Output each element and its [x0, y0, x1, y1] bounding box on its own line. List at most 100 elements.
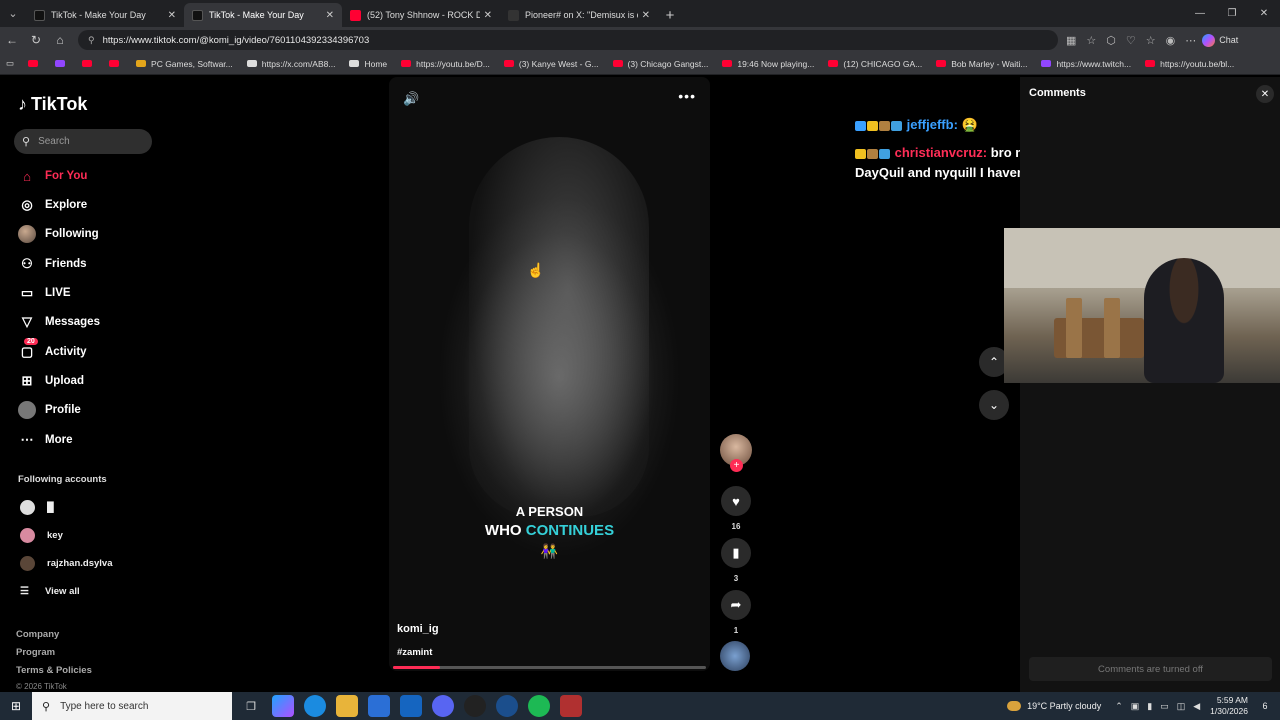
video-author[interactable]: komi_ig	[397, 623, 439, 635]
follow-plus-icon[interactable]: +	[730, 459, 743, 472]
app-icon[interactable]	[464, 695, 486, 717]
url-field[interactable]: ⚲ https://www.tiktok.com/@komi_ig/video/…	[78, 30, 1058, 50]
bookmark-label: https://www.twitch...	[1056, 58, 1132, 69]
tiktok-logo[interactable]: ♪ TikTok	[18, 94, 87, 115]
following-account[interactable]: rajzhan.dsylva	[20, 556, 112, 571]
close-icon[interactable]: ✕	[168, 10, 176, 21]
bookmark-item[interactable]	[82, 60, 97, 67]
display-icon[interactable]: ▭	[1160, 701, 1169, 712]
nav-profile[interactable]: Profile	[18, 399, 81, 421]
nav-activity[interactable]: ▢ 20 Activity	[18, 338, 87, 363]
steam-icon[interactable]	[496, 695, 518, 717]
profile-icon[interactable]: ◉	[1166, 34, 1176, 47]
footer-terms[interactable]: Terms & Policies	[16, 665, 92, 676]
chevron-up-icon[interactable]: ⌃	[1115, 701, 1123, 712]
search-input[interactable]: ⚲ Search	[14, 129, 152, 154]
notification-button[interactable]: 6	[1256, 697, 1274, 715]
share-count: 1	[733, 626, 739, 635]
edge-icon[interactable]	[304, 695, 326, 717]
author-avatar[interactable]: +	[720, 434, 752, 472]
close-icon[interactable]: ✕	[326, 10, 334, 21]
bookmark-item[interactable]: https://youtu.be/D...	[401, 59, 490, 69]
bookmark-item[interactable]: (3) Kanye West - G...	[503, 59, 599, 69]
tab-1[interactable]: TikTok - Make Your Day ✕	[184, 3, 342, 27]
close-icon[interactable]: ✕	[1256, 85, 1274, 103]
bookmark-item[interactable]: (3) Chicago Gangst...	[612, 59, 708, 69]
bookmark-item[interactable]: (12) CHICAGO GA...	[828, 59, 922, 69]
volume-icon[interactable]: 🔊	[403, 91, 419, 107]
nav-upload[interactable]: ⊞ Upload	[18, 370, 84, 392]
video-progress-bar[interactable]	[393, 666, 706, 669]
following-account[interactable]: █	[20, 500, 54, 515]
back-button[interactable]: ←	[0, 33, 24, 47]
tab-0[interactable]: TikTok - Make Your Day ✕	[26, 3, 184, 27]
bookmark-item[interactable]: https://x.com/AB8...	[246, 59, 335, 69]
bookmark-item[interactable]: 19:46 Now playing...	[722, 59, 814, 69]
nav-messages[interactable]: ▽ Messages	[18, 311, 100, 333]
copilot-icon[interactable]	[272, 695, 294, 717]
bookmark-item[interactable]: Bob Marley - Waiti...	[936, 59, 1027, 69]
tab-3[interactable]: Pioneer# on X: "Demisux is doing ✕	[500, 3, 658, 27]
copilot-chat-button[interactable]: Chat	[1202, 33, 1238, 47]
task-view-icon[interactable]: ❐	[240, 695, 262, 717]
discord-icon[interactable]	[432, 695, 454, 717]
tab-2[interactable]: (52) Tony Shhnow - ROCK DA BOA ✕	[342, 3, 500, 27]
bookmarks-toggle-icon[interactable]: ▭	[6, 58, 14, 69]
mic-icon[interactable]: ▮	[1147, 701, 1152, 712]
bookmark-item[interactable]: PC Games, Softwar...	[136, 59, 233, 69]
more-options-icon[interactable]: •••	[678, 88, 696, 104]
home-button[interactable]: ⌂	[48, 33, 72, 47]
tab-actions-menu[interactable]: ⌄	[0, 0, 26, 27]
favorite-star-icon[interactable]: ☆	[1086, 34, 1096, 47]
avatar	[20, 528, 35, 543]
nav-more[interactable]: ⋯ More	[18, 429, 73, 451]
view-all-link[interactable]: ☰ View all	[20, 586, 80, 597]
bookmark-item[interactable]	[109, 60, 124, 67]
bookmark-item[interactable]: Home	[349, 59, 387, 69]
bookmark-item[interactable]	[55, 60, 70, 67]
video-hashtag[interactable]: #zamint	[397, 647, 432, 658]
game-icon[interactable]	[560, 695, 582, 717]
site-info-icon[interactable]: ⚲	[88, 35, 95, 46]
spotify-icon[interactable]	[528, 695, 550, 717]
file-explorer-icon[interactable]	[336, 695, 358, 717]
bookmark-item[interactable]: https://www.twitch...	[1041, 59, 1131, 69]
clock[interactable]: 5:59 AM 1/30/2026	[1210, 695, 1248, 717]
new-tab-button[interactable]: +	[658, 3, 682, 27]
bookmark-item[interactable]: https://youtu.be/bl...	[1145, 59, 1234, 69]
app-available-icon[interactable]: ▦	[1066, 34, 1076, 47]
camera-icon[interactable]: ▣	[1131, 701, 1140, 712]
following-account[interactable]: key	[20, 528, 63, 543]
restore-button[interactable]: ❐	[1216, 0, 1248, 27]
music-disc[interactable]	[720, 641, 750, 671]
nav-explore[interactable]: ◎ Explore	[18, 194, 87, 216]
nav-for-you[interactable]: ⌂ For You	[18, 165, 87, 187]
extensions-icon[interactable]: ⬡	[1106, 34, 1116, 47]
reload-button[interactable]: ↻	[24, 33, 48, 47]
volume-icon[interactable]: ◀	[1193, 701, 1200, 712]
bookmark-item[interactable]	[28, 60, 43, 67]
nav-friends[interactable]: ⚇ Friends	[18, 253, 86, 275]
share-button[interactable]: ➦ 1	[720, 590, 752, 635]
next-video-button[interactable]: ⌄	[979, 390, 1009, 420]
footer-program[interactable]: Program	[16, 647, 55, 658]
close-icon[interactable]: ✕	[484, 10, 492, 21]
store-icon[interactable]	[368, 695, 390, 717]
favorites-icon[interactable]: ☆	[1146, 34, 1156, 47]
taskbar-search[interactable]: ⚲ Type here to search	[32, 692, 232, 720]
close-window-button[interactable]: ✕	[1248, 0, 1280, 27]
save-button[interactable]: ▮ 3	[720, 538, 752, 583]
like-button[interactable]: ♥ 16	[720, 486, 752, 531]
network-icon[interactable]: ◫	[1177, 701, 1186, 712]
browser-essentials-icon[interactable]: ♡	[1126, 34, 1136, 47]
video-player[interactable]: 🔊 ••• A PERSON WHO CONTINUES 👫 komi_ig #…	[389, 77, 710, 671]
outlook-icon[interactable]	[400, 695, 422, 717]
windows-start-icon[interactable]: ⊞	[0, 699, 32, 713]
close-icon[interactable]: ✕	[642, 10, 650, 21]
minimize-button[interactable]: —	[1184, 0, 1216, 27]
settings-more-icon[interactable]: ⋯	[1185, 34, 1196, 47]
weather-widget[interactable]: 19°C Partly cloudy	[1007, 701, 1101, 711]
nav-following[interactable]: Following	[18, 223, 99, 245]
nav-live[interactable]: ▭ LIVE	[18, 282, 71, 304]
footer-company[interactable]: Company	[16, 629, 59, 640]
